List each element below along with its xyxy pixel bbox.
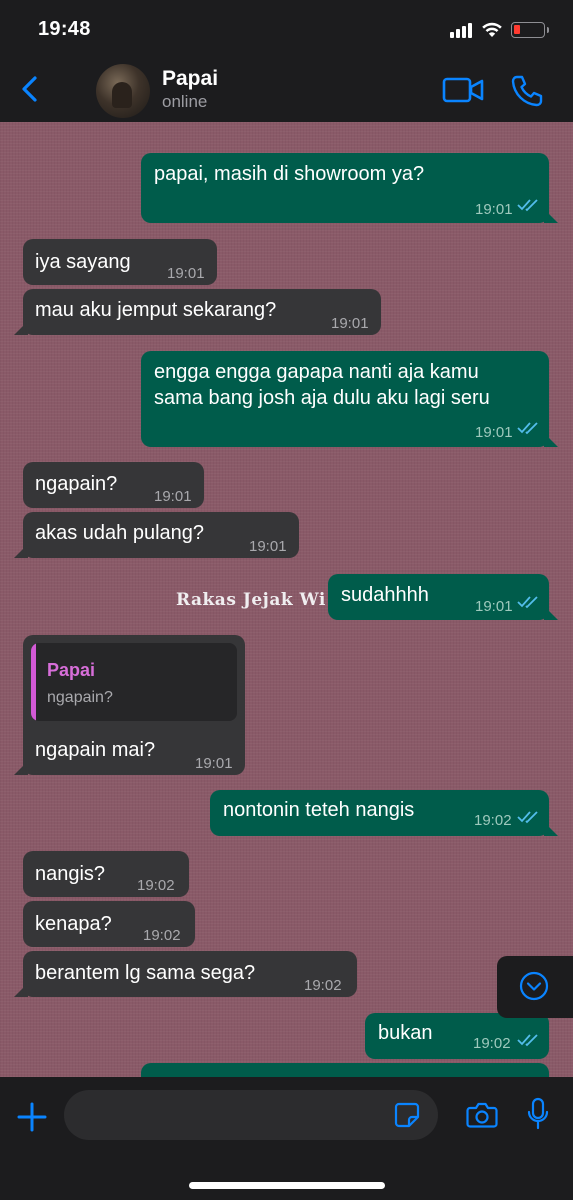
- message-bubble-outgoing-partial[interactable]: [141, 1063, 549, 1077]
- scroll-to-bottom-button[interactable]: [497, 956, 573, 1018]
- camera-icon[interactable]: [466, 1101, 498, 1129]
- chevron-down-circle-icon: [519, 971, 549, 1001]
- message-time: 19:01: [331, 315, 369, 332]
- message-bubble-incoming[interactable]: kenapa? 19:02: [23, 901, 195, 947]
- message-bubble-incoming[interactable]: ngapain? 19:01: [23, 462, 204, 508]
- message-list[interactable]: Rakas Jejak Wi papai, masih di showroom …: [0, 122, 573, 1077]
- message-bubble-outgoing[interactable]: nontonin teteh nangis 19:02: [210, 790, 558, 836]
- read-ticks-icon: [517, 596, 538, 609]
- read-ticks-icon: [517, 1034, 538, 1047]
- message-time: 19:01: [475, 201, 513, 218]
- message-text: nangis?: [35, 863, 106, 885]
- message-time: 19:01: [167, 265, 205, 282]
- read-ticks-icon: [517, 199, 538, 212]
- quoted-message[interactable]: Papai ngapain?: [31, 643, 237, 721]
- message-time: 19:02: [473, 1035, 511, 1052]
- contact-name[interactable]: Papai: [162, 67, 218, 91]
- message-bubble-outgoing[interactable]: engga engga gapapa nanti aja kamu sama b…: [141, 351, 558, 447]
- message-text-line: engga engga gapapa nanti aja kamu: [154, 361, 479, 383]
- plus-icon[interactable]: [16, 1101, 48, 1133]
- message-text: sudahhhh: [341, 584, 429, 606]
- message-time: 19:01: [475, 424, 513, 441]
- message-text: nontonin teteh nangis: [223, 799, 415, 821]
- message-text: mau aku jemput sekarang?: [35, 299, 277, 321]
- message-time: 19:01: [195, 755, 233, 772]
- message-bubble-outgoing[interactable]: sudahhhh 19:01: [328, 574, 558, 620]
- message-text: ngapain mai?: [35, 739, 156, 761]
- message-text: bukan: [378, 1022, 433, 1044]
- message-text: ngapain?: [35, 473, 118, 495]
- message-bubble-incoming[interactable]: akas udah pulang? 19:01: [14, 512, 299, 558]
- message-bubble-incoming[interactable]: nangis? 19:02: [23, 851, 189, 897]
- microphone-icon[interactable]: [526, 1097, 550, 1131]
- contact-status: online: [162, 92, 208, 111]
- message-bubble-incoming[interactable]: mau aku jemput sekarang? 19:01: [14, 289, 381, 335]
- status-time: 19:48: [38, 18, 91, 40]
- message-text: berantem lg sama sega?: [35, 962, 256, 984]
- message-time: 19:02: [304, 977, 342, 994]
- message-text: papai, masih di showroom ya?: [154, 163, 425, 185]
- message-time: 19:02: [137, 877, 175, 894]
- chevron-left-icon[interactable]: [18, 74, 42, 104]
- message-bubble-outgoing[interactable]: bukan 19:02: [365, 1013, 549, 1059]
- message-bubble-incoming-reply[interactable]: Papai ngapain? ngapain mai? 19:01: [14, 635, 245, 775]
- read-ticks-icon: [517, 422, 538, 435]
- wifi-icon: [482, 22, 502, 37]
- sticker-icon[interactable]: [394, 1102, 420, 1128]
- message-bubble-outgoing[interactable]: papai, masih di showroom ya? 19:01: [141, 153, 558, 223]
- message-text: akas udah pulang?: [35, 522, 205, 544]
- message-text: iya sayang: [35, 251, 131, 273]
- cellular-signal-icon: [450, 22, 476, 38]
- message-time: 19:01: [475, 598, 513, 615]
- message-time: 19:01: [249, 538, 287, 555]
- watermark-text: Rakas Jejak Wi: [176, 590, 326, 610]
- quoted-text: ngapain?: [47, 689, 113, 706]
- message-bubble-incoming[interactable]: iya sayang 19:01: [23, 239, 217, 285]
- message-text-line: sama bang josh aja dulu aku lagi seru: [154, 387, 490, 409]
- message-text: kenapa?: [35, 913, 112, 935]
- message-time: 19:02: [474, 812, 512, 829]
- message-time: 19:01: [154, 488, 192, 505]
- home-indicator[interactable]: [189, 1182, 385, 1189]
- chat-header: Papai online: [0, 60, 573, 122]
- battery-icon: [511, 22, 549, 38]
- read-ticks-icon: [517, 811, 538, 824]
- message-input[interactable]: [64, 1090, 438, 1140]
- contact-avatar[interactable]: [96, 64, 150, 118]
- status-bar: 19:48: [0, 0, 573, 60]
- message-time: 19:02: [143, 927, 181, 944]
- message-bubble-incoming[interactable]: berantem lg sama sega? 19:02: [14, 951, 357, 997]
- quoted-sender: Papai: [47, 660, 96, 680]
- video-call-icon[interactable]: [442, 76, 484, 104]
- voice-call-icon[interactable]: [510, 74, 544, 108]
